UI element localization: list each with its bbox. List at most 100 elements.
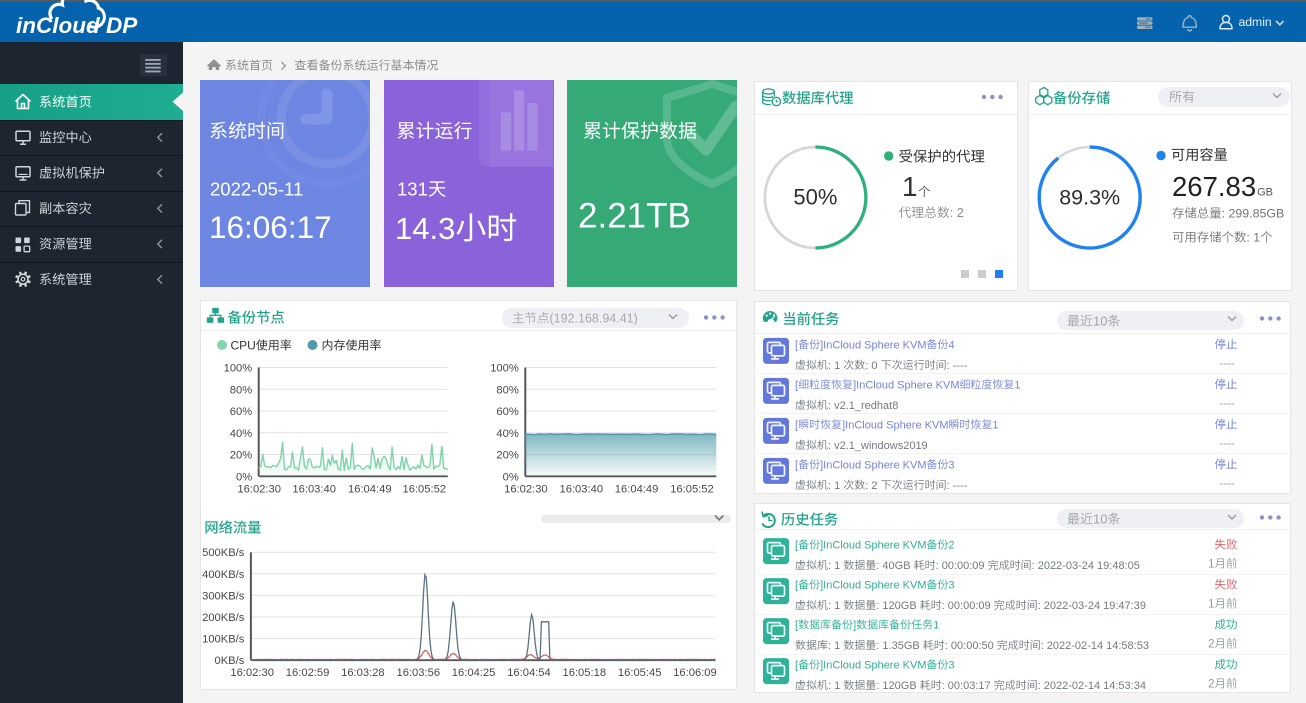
svg-text:----: ---- [1219, 358, 1234, 370]
svg-text:16:04:25: 16:04:25 [452, 667, 496, 679]
svg-text:16:03:28: 16:03:28 [341, 667, 385, 679]
svg-text:16:05:52: 16:05:52 [670, 483, 714, 495]
svg-text:80%: 80% [230, 384, 252, 396]
svg-text:131: 131 [397, 179, 428, 200]
svg-text:[: [ [795, 339, 798, 351]
svg-text:60%: 60% [496, 406, 518, 418]
svg-text:: v2.1_windows2019: : v2.1_windows2019 [828, 440, 928, 452]
svg-text:----: ---- [1219, 438, 1234, 450]
svg-text:400KB/s: 400KB/s [202, 569, 245, 581]
svg-text:: 00:00:09: : 00:00:09 [936, 560, 988, 572]
svg-text:----: ---- [1219, 478, 1234, 490]
svg-text:14.3: 14.3 [395, 211, 455, 246]
svg-text:: 2022-02-14 14:53:34: : 2022-02-14 14:53:34 [1038, 680, 1146, 692]
svg-text:89.3%: 89.3% [1059, 186, 1120, 210]
svg-text:16:05:52: 16:05:52 [403, 483, 447, 495]
svg-text:16:02:30: 16:02:30 [230, 667, 274, 679]
svg-text:: 0: : 0 [865, 360, 880, 372]
svg-text:16:04:49: 16:04:49 [615, 483, 659, 495]
svg-text:3: 3 [948, 459, 954, 471]
svg-text:16:04:54: 16:04:54 [507, 667, 551, 679]
svg-text:----: ---- [1219, 398, 1234, 410]
svg-text:: ----: : ---- [947, 360, 968, 372]
svg-text:: 2022-03-24 19:47:39: : 2022-03-24 19:47:39 [1038, 600, 1146, 612]
svg-text:3: 3 [948, 660, 954, 672]
svg-text:1: 1 [902, 171, 918, 202]
svg-text:1: 1 [1014, 379, 1020, 391]
svg-text:60%: 60% [230, 406, 252, 418]
svg-text:16:03:40: 16:03:40 [292, 483, 336, 495]
svg-text:GB: GB [1257, 187, 1273, 199]
svg-text:: 1: : 1 [828, 680, 843, 692]
svg-text:1: 1 [1208, 559, 1214, 571]
svg-text:100%: 100% [224, 363, 253, 375]
svg-text:20%: 20% [496, 450, 518, 462]
svg-text:[: [ [795, 419, 798, 431]
svg-text:200KB/s: 200KB/s [202, 612, 245, 624]
svg-text:: 120GB: : 120GB [876, 600, 919, 612]
svg-text:4: 4 [948, 339, 954, 351]
svg-text:: 1: : 1 [828, 480, 843, 492]
svg-text:16:06:09: 16:06:09 [673, 667, 717, 679]
svg-text:: ----: : ---- [947, 480, 968, 492]
svg-text:2: 2 [1208, 639, 1214, 651]
svg-text:[: [ [795, 540, 798, 552]
svg-text:40%: 40% [230, 428, 252, 440]
svg-text:]InCloud Sphere KVM: ]InCloud Sphere KVM [853, 379, 959, 391]
svg-text:[: [ [795, 660, 798, 672]
svg-text:]InCloud Sphere KVM: ]InCloud Sphere KVM [820, 459, 926, 471]
svg-text:16:05:45: 16:05:45 [618, 667, 662, 679]
svg-text:CPU: CPU [231, 339, 256, 353]
svg-text:0KB/s: 0KB/s [215, 655, 245, 667]
svg-text:]: ] [853, 620, 856, 632]
svg-text:2: 2 [948, 540, 954, 552]
svg-text:]InCloud Sphere KVM: ]InCloud Sphere KVM [820, 540, 926, 552]
svg-text:16:02:59: 16:02:59 [286, 667, 330, 679]
svg-text:: 1: : 1 [828, 560, 843, 572]
svg-text:1: 1 [992, 419, 998, 431]
svg-text:: 1: : 1 [828, 600, 843, 612]
svg-text:2: 2 [1208, 679, 1214, 691]
svg-text:]InCloud Sphere KVM: ]InCloud Sphere KVM [820, 580, 926, 592]
svg-text:10: 10 [1093, 512, 1107, 527]
svg-text:]InCloud Sphere KVM: ]InCloud Sphere KVM [820, 339, 926, 351]
svg-text:: 1: : 1 [828, 360, 843, 372]
svg-text:16:03:56: 16:03:56 [397, 667, 441, 679]
svg-text:50%: 50% [793, 185, 837, 210]
svg-text:: 2022-02-14 14:58:53: : 2022-02-14 14:58:53 [1041, 640, 1149, 652]
svg-text:: 1.35GB: : 1.35GB [876, 640, 922, 652]
svg-text:[: [ [795, 379, 798, 391]
svg-text:16:03:40: 16:03:40 [560, 483, 604, 495]
svg-text:: v2.1_redhat8: : v2.1_redhat8 [828, 400, 898, 412]
svg-text:10: 10 [1093, 314, 1107, 329]
svg-text:100%: 100% [490, 363, 519, 375]
svg-text:: 2022-03-24 19:48:05: : 2022-03-24 19:48:05 [1032, 560, 1140, 572]
svg-text:]InCloud Sphere KVM: ]InCloud Sphere KVM [820, 660, 926, 672]
svg-text:300KB/s: 300KB/s [202, 590, 245, 602]
svg-text:0%: 0% [503, 471, 519, 483]
svg-text:: 40GB: : 40GB [876, 560, 913, 572]
svg-text:: 1: : 1 [1246, 231, 1260, 245]
svg-text:: 1: : 1 [828, 640, 843, 652]
svg-text:]InCloud Sphere KVM: ]InCloud Sphere KVM [842, 419, 948, 431]
svg-text:[: [ [795, 580, 798, 592]
svg-text:2022-05-11: 2022-05-11 [210, 179, 303, 200]
svg-text:2.21TB: 2.21TB [578, 197, 691, 236]
svg-text:: 00:03:17: : 00:03:17 [942, 680, 994, 692]
svg-text:admin: admin [1239, 15, 1272, 29]
svg-text:16:05:18: 16:05:18 [563, 667, 607, 679]
svg-text:267.83: 267.83 [1172, 171, 1256, 202]
svg-text:: 299.85GB: : 299.85GB [1222, 207, 1285, 221]
svg-text:: 120GB: : 120GB [876, 680, 919, 692]
svg-text:0%: 0% [236, 471, 252, 483]
svg-text:40%: 40% [496, 428, 518, 440]
svg-text:500KB/s: 500KB/s [202, 547, 245, 559]
svg-text:(192.168.94.41): (192.168.94.41) [550, 312, 638, 326]
svg-text:: 2: : 2 [950, 205, 964, 220]
svg-text:: 2: : 2 [865, 480, 880, 492]
svg-text:: 00:00:50: : 00:00:50 [945, 640, 997, 652]
svg-text:16:02:30: 16:02:30 [504, 483, 548, 495]
svg-text:inCloud DP: inCloud DP [16, 13, 138, 38]
svg-text:[: [ [795, 620, 798, 632]
svg-text:1: 1 [933, 620, 939, 632]
